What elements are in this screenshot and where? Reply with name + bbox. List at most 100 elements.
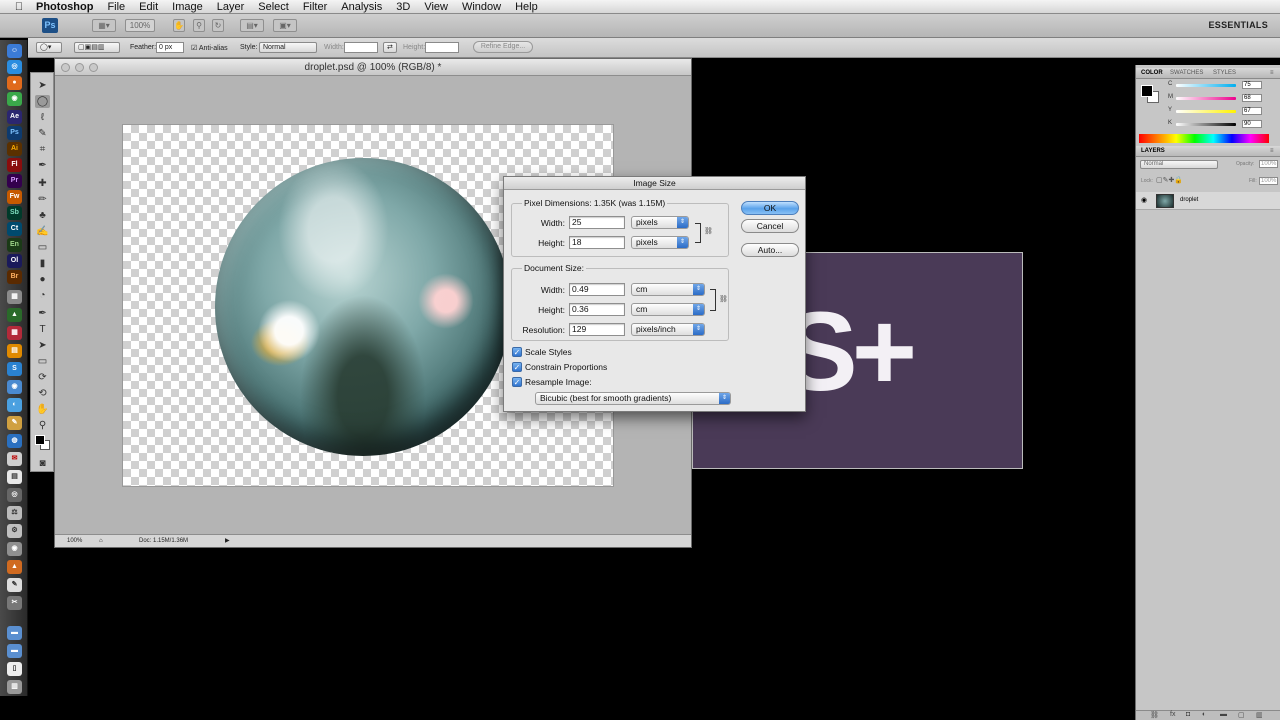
- zoom-window-button[interactable]: [89, 63, 98, 72]
- soundbooth-icon[interactable]: Sb: [7, 206, 22, 220]
- tab-swatches[interactable]: SWATCHES: [1170, 70, 1203, 76]
- app-icon-lightblue[interactable]: ◐: [7, 398, 22, 412]
- encore-icon[interactable]: En: [7, 238, 22, 252]
- layer-style-icon[interactable]: fx: [1170, 711, 1175, 718]
- type-tool-icon[interactable]: T: [35, 323, 50, 336]
- lock-options-icons[interactable]: ▢✎✚🔒: [1156, 176, 1183, 184]
- menu-window[interactable]: Window: [455, 0, 508, 14]
- app-icon-blue[interactable]: ◉: [7, 380, 22, 394]
- dodge-tool-icon[interactable]: ◔: [35, 289, 50, 302]
- pixel-width-input[interactable]: 25: [569, 216, 625, 229]
- eyedropper-tool-icon[interactable]: ✒: [35, 159, 50, 172]
- trash-icon[interactable]: ▥: [7, 680, 22, 694]
- folder-icon[interactable]: ▬: [7, 626, 22, 640]
- app-icon-cone[interactable]: ▲: [7, 560, 22, 574]
- lasso-tool-icon[interactable]: ℓ: [35, 111, 50, 124]
- app-icon-gray[interactable]: ◎: [7, 488, 22, 502]
- hand-tool-icon[interactable]: ✋: [173, 19, 185, 32]
- menu-photoshop[interactable]: Photoshop: [36, 0, 100, 14]
- tab-layers[interactable]: LAYERS: [1141, 148, 1165, 154]
- app-icon-tools[interactable]: ✂: [7, 596, 22, 610]
- apple-icon[interactable]: : [12, 1, 26, 13]
- app-icon-red[interactable]: ▦: [7, 326, 22, 340]
- ok-button[interactable]: OK: [741, 201, 799, 215]
- eraser-tool-icon[interactable]: ▭: [35, 241, 50, 254]
- cancel-button[interactable]: Cancel: [741, 219, 799, 233]
- layer-row-droplet[interactable]: ◉ droplet: [1136, 192, 1280, 210]
- close-window-button[interactable]: [61, 63, 70, 72]
- color-spectrum-bar[interactable]: [1139, 134, 1269, 143]
- blend-mode-select[interactable]: Normal: [1140, 160, 1218, 169]
- black-slider[interactable]: [1176, 123, 1236, 126]
- doc-height-input[interactable]: 0.36: [569, 303, 625, 316]
- history-brush-tool-icon[interactable]: ✍: [35, 225, 50, 238]
- color-panel-fg-swatch[interactable]: [1141, 85, 1153, 97]
- menu-layer[interactable]: Layer: [210, 0, 252, 14]
- tab-styles[interactable]: STYLES: [1213, 70, 1236, 76]
- utility-icon[interactable]: ▦: [7, 290, 22, 304]
- foreground-color-swatch[interactable]: [35, 435, 45, 445]
- doc-height-unit-select[interactable]: cm ⇕: [631, 303, 705, 316]
- cyan-value-input[interactable]: 75: [1242, 81, 1262, 89]
- black-value-input[interactable]: 90: [1242, 120, 1262, 128]
- width-input[interactable]: [344, 42, 378, 53]
- app-icon-world[interactable]: ◍: [7, 434, 22, 448]
- workspace-switcher[interactable]: ESSENTIALS: [1208, 20, 1268, 30]
- document-icon[interactable]: ▯: [7, 662, 22, 676]
- height-input[interactable]: [425, 42, 459, 53]
- onlocation-icon[interactable]: Ol: [7, 254, 22, 268]
- app-icon-scale[interactable]: ⚖: [7, 506, 22, 520]
- style-select[interactable]: Normal: [259, 42, 317, 53]
- screen-mode-button[interactable]: ▣▾: [273, 19, 297, 32]
- chrome-icon[interactable]: ◉: [7, 92, 22, 106]
- constrain-proportions-checkbox[interactable]: ✓ Constrain Proportions: [512, 362, 607, 372]
- feather-input[interactable]: 0 px: [156, 42, 184, 53]
- doc-width-unit-select[interactable]: cm ⇕: [631, 283, 705, 296]
- add-mask-icon[interactable]: ◘: [1186, 711, 1190, 718]
- menu-view[interactable]: View: [417, 0, 455, 14]
- 3d-orbit-tool-icon[interactable]: ⟲: [35, 387, 50, 400]
- fireworks-icon[interactable]: Fw: [7, 190, 22, 204]
- finder-icon[interactable]: ☺: [7, 44, 22, 58]
- selection-mode-buttons[interactable]: ▢▣▤▥: [74, 42, 120, 53]
- tool-preset-picker[interactable]: ◯▾: [36, 42, 62, 53]
- skype-icon[interactable]: S: [7, 362, 22, 376]
- tab-color[interactable]: COLOR: [1141, 70, 1163, 76]
- cyan-slider[interactable]: [1176, 84, 1236, 87]
- rotate-view-icon[interactable]: ↻: [212, 19, 224, 32]
- panel-menu-icon[interactable]: ≡: [1270, 148, 1274, 154]
- bridge-icon[interactable]: Br: [7, 270, 22, 284]
- delete-layer-icon[interactable]: ▥: [1256, 711, 1263, 719]
- zoom-level-field[interactable]: 100%: [67, 535, 82, 547]
- status-icon[interactable]: ⌂: [99, 535, 103, 547]
- auto-button[interactable]: Auto...: [741, 243, 799, 257]
- mail-icon[interactable]: ✉: [7, 452, 22, 466]
- downloads-folder-icon[interactable]: ▬: [7, 644, 22, 658]
- antialias-checkbox[interactable]: ☑ Anti-alias: [191, 44, 228, 52]
- gradient-tool-icon[interactable]: ▮: [35, 257, 50, 270]
- menu-file[interactable]: File: [100, 0, 132, 14]
- pixel-width-unit-select[interactable]: pixels ⇕: [631, 216, 689, 229]
- scale-styles-checkbox[interactable]: ✓ Scale Styles: [512, 347, 572, 357]
- app-icon-script[interactable]: ✎: [7, 578, 22, 592]
- crop-tool-icon[interactable]: ⌗: [35, 143, 50, 156]
- swap-dimensions-icon[interactable]: ⇄: [383, 42, 397, 53]
- panel-menu-icon[interactable]: ≡: [1270, 70, 1274, 76]
- healing-brush-tool-icon[interactable]: ✚: [35, 177, 50, 190]
- magenta-slider[interactable]: [1176, 97, 1236, 100]
- resolution-input[interactable]: 129: [569, 323, 625, 336]
- calendar-icon[interactable]: ▤: [7, 470, 22, 484]
- app-icon-orange[interactable]: ▤: [7, 344, 22, 358]
- premiere-icon[interactable]: Pr: [7, 174, 22, 188]
- link-layers-icon[interactable]: ⛓: [1150, 711, 1159, 719]
- menu-edit[interactable]: Edit: [132, 0, 165, 14]
- move-tool-icon[interactable]: ➤: [35, 79, 50, 92]
- 3d-rotate-tool-icon[interactable]: ⟳: [35, 371, 50, 384]
- new-group-icon[interactable]: ▬: [1220, 711, 1227, 718]
- fill-input[interactable]: 100%: [1259, 177, 1278, 185]
- preferences-icon[interactable]: ⚙: [7, 524, 22, 538]
- new-layer-icon[interactable]: ▢: [1238, 711, 1245, 719]
- resample-image-checkbox[interactable]: ✓ Resample Image:: [512, 377, 592, 387]
- arrange-documents-button[interactable]: ▤▾: [240, 19, 264, 32]
- elliptical-marquee-tool-icon[interactable]: ◯: [35, 95, 50, 108]
